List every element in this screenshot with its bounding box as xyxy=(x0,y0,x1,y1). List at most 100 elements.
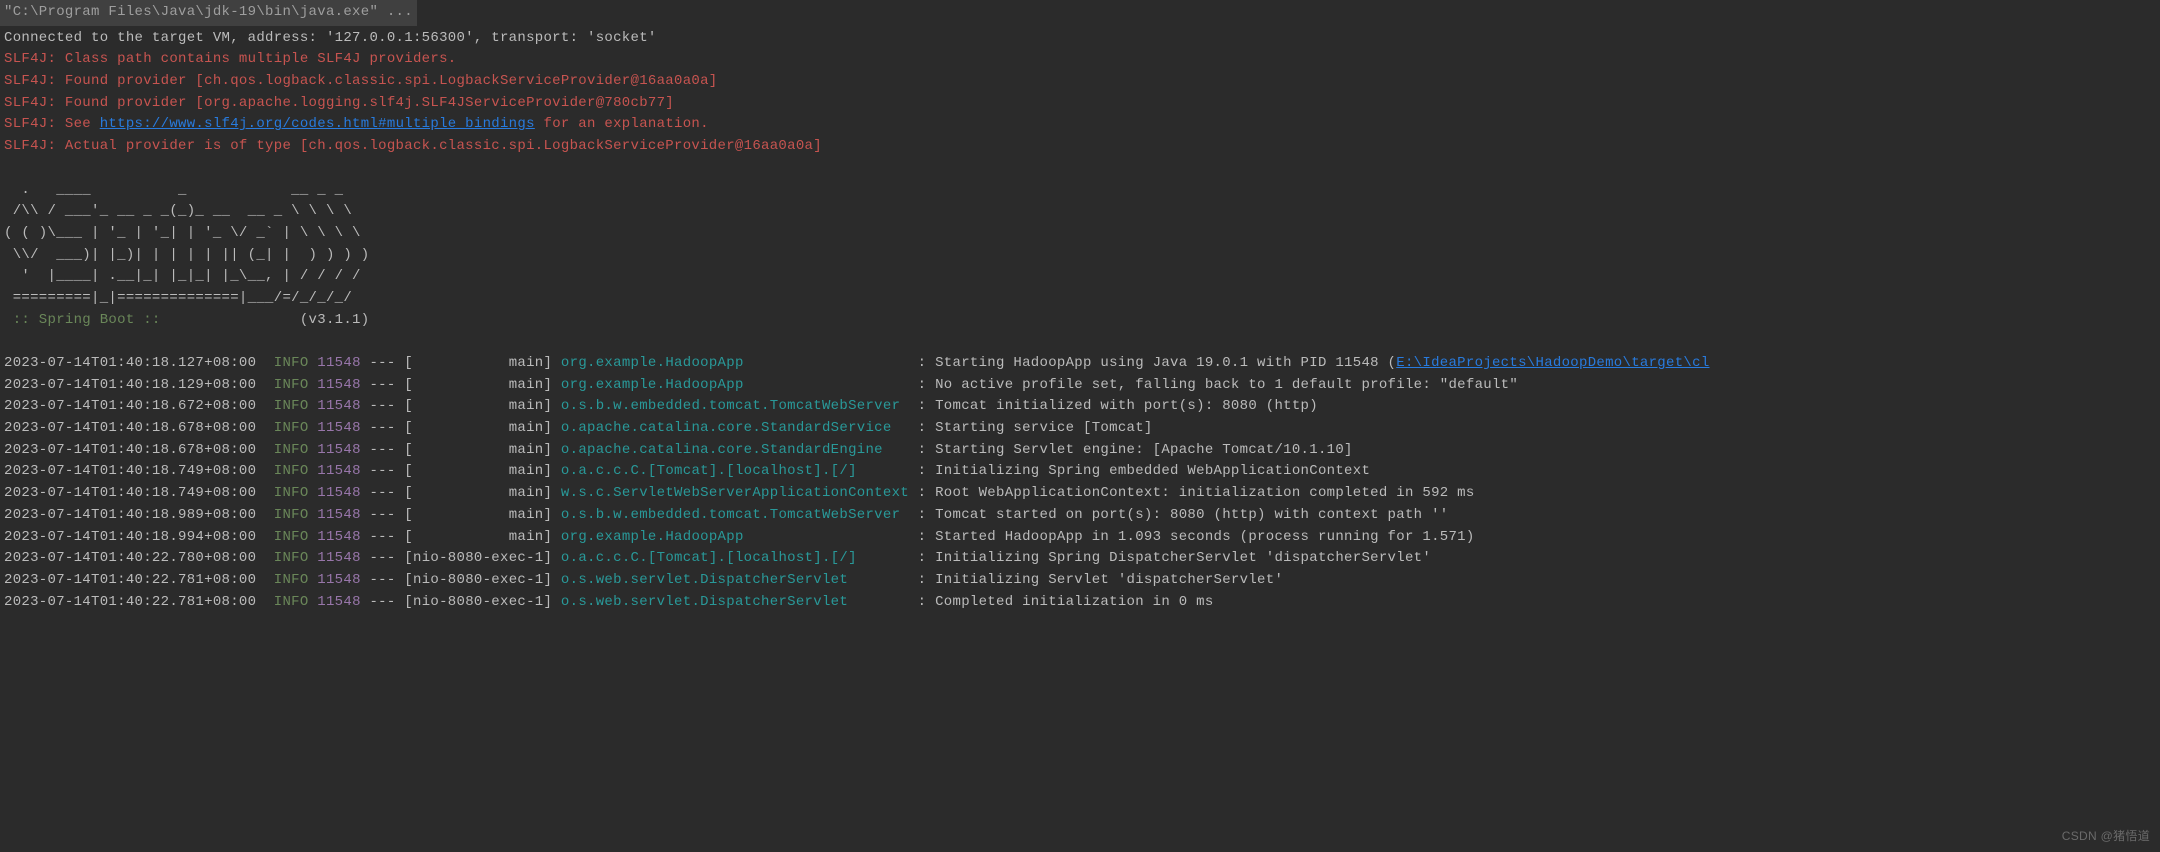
spring-banner-line: =========|_|==============|___/=/_/_/_/ xyxy=(4,288,2156,310)
slf4j-warning-line: SLF4J: See https://www.slf4j.org/codes.h… xyxy=(4,114,2156,136)
log-thread: --- [ main] xyxy=(361,420,561,436)
slf4j-warning-line: SLF4J: Class path contains multiple SLF4… xyxy=(4,49,2156,71)
log-timestamp: 2023-07-14T01:40:22.781+08:00 xyxy=(4,594,274,610)
spring-banner-line: ' |____| .__|_| |_|_| |_\__, | / / / / xyxy=(4,266,2156,288)
log-pid: 11548 xyxy=(317,594,361,610)
command-header: "C:\Program Files\Java\jdk-19\bin\java.e… xyxy=(0,0,417,26)
log-message: : No active profile set, falling back to… xyxy=(909,377,1518,393)
log-pid: 11548 xyxy=(317,420,361,436)
log-logger: o.s.web.servlet.DispatcherServlet xyxy=(561,594,909,610)
log-thread: --- [ main] xyxy=(361,355,561,371)
log-message: : Starting HadoopApp using Java 19.0.1 w… xyxy=(909,355,1396,371)
log-timestamp: 2023-07-14T01:40:18.749+08:00 xyxy=(4,463,274,479)
log-level: INFO xyxy=(274,420,309,436)
log-logger: org.example.HadoopApp xyxy=(561,529,909,545)
vm-connect-line: Connected to the target VM, address: '12… xyxy=(4,28,2156,50)
log-pid: 11548 xyxy=(317,572,361,588)
log-level: INFO xyxy=(274,594,309,610)
log-pid: 11548 xyxy=(317,529,361,545)
log-thread: --- [ main] xyxy=(361,377,561,393)
log-level: INFO xyxy=(274,529,309,545)
log-level: INFO xyxy=(274,550,309,566)
log-pid: 11548 xyxy=(317,485,361,501)
log-line: 2023-07-14T01:40:18.678+08:00 INFO 11548… xyxy=(4,440,2156,462)
log-logger: o.a.c.c.C.[Tomcat].[localhost].[/] xyxy=(561,550,909,566)
log-timestamp: 2023-07-14T01:40:18.672+08:00 xyxy=(4,398,274,414)
spring-banner-line: . ____ _ __ _ _ xyxy=(4,180,2156,202)
log-logger: o.apache.catalina.core.StandardEngine xyxy=(561,442,909,458)
log-line: 2023-07-14T01:40:18.994+08:00 INFO 11548… xyxy=(4,527,2156,549)
spring-banner-line: \\/ ___)| |_)| | | | | || (_| | ) ) ) ) xyxy=(4,245,2156,267)
log-line: 2023-07-14T01:40:18.127+08:00 INFO 11548… xyxy=(4,353,2156,375)
log-thread: --- [nio-8080-exec-1] xyxy=(361,550,561,566)
spring-boot-version-line: :: Spring Boot :: (v3.1.1) xyxy=(4,310,2156,332)
log-timestamp: 2023-07-14T01:40:18.678+08:00 xyxy=(4,442,274,458)
log-level: INFO xyxy=(274,355,309,371)
log-timestamp: 2023-07-14T01:40:18.989+08:00 xyxy=(4,507,274,523)
spring-banner-line: /\\ / ___'_ __ _ _(_)_ __ __ _ \ \ \ \ xyxy=(4,201,2156,223)
log-level: INFO xyxy=(274,485,309,501)
slf4j-prefix: SLF4J: See xyxy=(4,116,100,132)
log-logger: o.s.web.servlet.DispatcherServlet xyxy=(561,572,909,588)
log-thread: --- [ main] xyxy=(361,398,561,414)
log-message: : Initializing Spring DispatcherServlet … xyxy=(909,550,1431,566)
log-pid: 11548 xyxy=(317,507,361,523)
log-line: 2023-07-14T01:40:22.781+08:00 INFO 11548… xyxy=(4,570,2156,592)
slf4j-link[interactable]: https://www.slf4j.org/codes.html#multipl… xyxy=(100,116,535,132)
log-line: 2023-07-14T01:40:18.989+08:00 INFO 11548… xyxy=(4,505,2156,527)
log-message: : Initializing Servlet 'dispatcherServle… xyxy=(909,572,1283,588)
log-timestamp: 2023-07-14T01:40:18.678+08:00 xyxy=(4,420,274,436)
log-line: 2023-07-14T01:40:18.678+08:00 INFO 11548… xyxy=(4,418,2156,440)
log-timestamp: 2023-07-14T01:40:18.994+08:00 xyxy=(4,529,274,545)
log-logger: org.example.HadoopApp xyxy=(561,377,909,393)
log-line: 2023-07-14T01:40:22.780+08:00 INFO 11548… xyxy=(4,548,2156,570)
log-path-link[interactable]: E:\IdeaProjects\HadoopDemo\target\cl xyxy=(1396,355,1709,371)
log-timestamp: 2023-07-14T01:40:22.781+08:00 xyxy=(4,572,274,588)
log-line: 2023-07-14T01:40:18.749+08:00 INFO 11548… xyxy=(4,461,2156,483)
log-line: 2023-07-14T01:40:22.781+08:00 INFO 11548… xyxy=(4,592,2156,614)
log-thread: --- [ main] xyxy=(361,485,561,501)
log-pid: 11548 xyxy=(317,463,361,479)
log-level: INFO xyxy=(274,398,309,414)
log-message: : Root WebApplicationContext: initializa… xyxy=(909,485,1475,501)
log-message: : Initializing Spring embedded WebApplic… xyxy=(909,463,1370,479)
log-logger: o.s.b.w.embedded.tomcat.TomcatWebServer xyxy=(561,398,909,414)
log-message: : Completed initialization in 0 ms xyxy=(909,594,1214,610)
log-level: INFO xyxy=(274,442,309,458)
log-thread: --- [ main] xyxy=(361,529,561,545)
log-timestamp: 2023-07-14T01:40:18.129+08:00 xyxy=(4,377,274,393)
log-logger: o.s.b.w.embedded.tomcat.TomcatWebServer xyxy=(561,507,909,523)
console-output: Connected to the target VM, address: '12… xyxy=(0,26,2160,624)
log-logger: org.example.HadoopApp xyxy=(561,355,909,371)
log-level: INFO xyxy=(274,572,309,588)
log-level: INFO xyxy=(274,507,309,523)
log-message: : Tomcat initialized with port(s): 8080 … xyxy=(909,398,1318,414)
log-timestamp: 2023-07-14T01:40:18.749+08:00 xyxy=(4,485,274,501)
spring-boot-version: (v3.1.1) xyxy=(169,312,369,328)
log-message: : Starting service [Tomcat] xyxy=(909,420,1153,436)
slf4j-warning-line: SLF4J: Actual provider is of type [ch.qo… xyxy=(4,136,2156,158)
log-level: INFO xyxy=(274,377,309,393)
log-message: : Started HadoopApp in 1.093 seconds (pr… xyxy=(909,529,1475,545)
log-timestamp: 2023-07-14T01:40:18.127+08:00 xyxy=(4,355,274,371)
log-timestamp: 2023-07-14T01:40:22.780+08:00 xyxy=(4,550,274,566)
log-pid: 11548 xyxy=(317,398,361,414)
log-level: INFO xyxy=(274,463,309,479)
log-thread: --- [ main] xyxy=(361,507,561,523)
log-message: : Starting Servlet engine: [Apache Tomca… xyxy=(909,442,1353,458)
spring-banner-line: ( ( )\___ | '_ | '_| | '_ \/ _` | \ \ \ … xyxy=(4,223,2156,245)
log-thread: --- [ main] xyxy=(361,442,561,458)
log-pid: 11548 xyxy=(317,442,361,458)
log-pid: 11548 xyxy=(317,377,361,393)
log-line: 2023-07-14T01:40:18.129+08:00 INFO 11548… xyxy=(4,375,2156,397)
spring-boot-label: :: Spring Boot :: xyxy=(4,312,169,328)
log-thread: --- [nio-8080-exec-1] xyxy=(361,594,561,610)
log-line: 2023-07-14T01:40:18.672+08:00 INFO 11548… xyxy=(4,396,2156,418)
log-logger: w.s.c.ServletWebServerApplicationContext xyxy=(561,485,909,501)
log-logger: o.a.c.c.C.[Tomcat].[localhost].[/] xyxy=(561,463,909,479)
slf4j-suffix: for an explanation. xyxy=(535,116,709,132)
watermark: CSDN @猪悟道 xyxy=(2062,827,2150,846)
log-logger: o.apache.catalina.core.StandardService xyxy=(561,420,909,436)
log-message: : Tomcat started on port(s): 8080 (http)… xyxy=(909,507,1448,523)
log-line: 2023-07-14T01:40:18.749+08:00 INFO 11548… xyxy=(4,483,2156,505)
